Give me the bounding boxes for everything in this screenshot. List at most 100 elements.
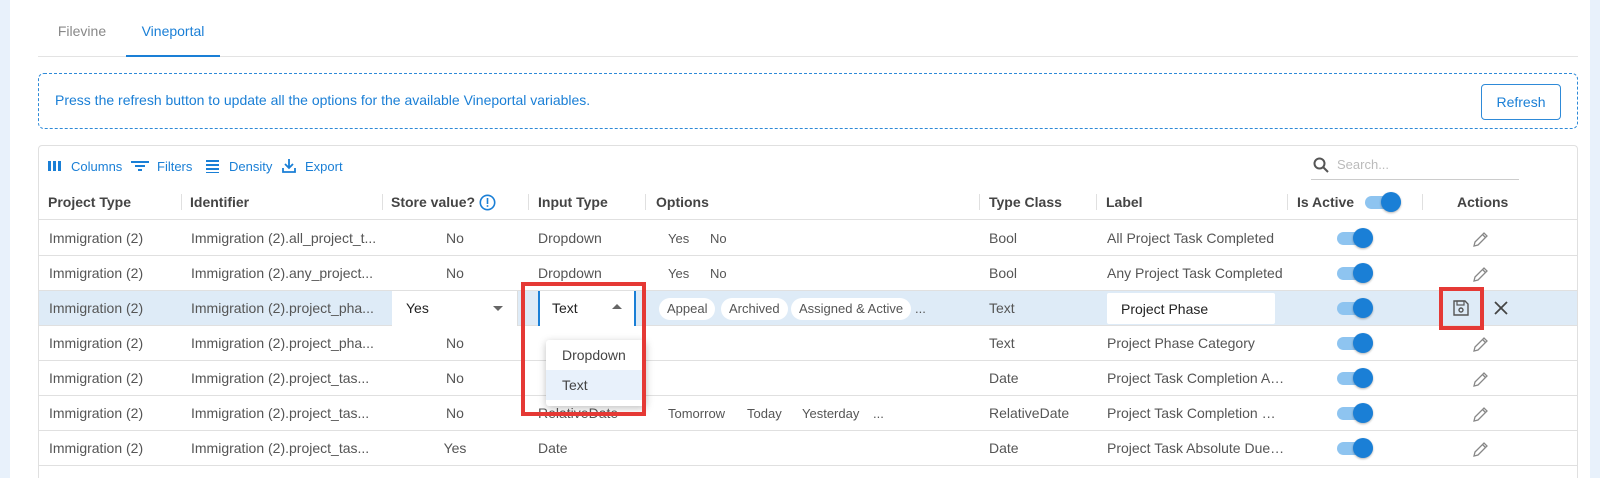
option-chip: Appeal (659, 298, 716, 320)
cell-project-type: Immigration (2) (49, 335, 144, 351)
info-banner: Press the refresh button to update all t… (38, 73, 1578, 129)
table-row[interactable]: Immigration (2) Immigration (2).project_… (39, 396, 1577, 431)
cell-type-class: Bool (989, 230, 1018, 246)
columns-button[interactable]: Columns (47, 156, 122, 176)
cell-identifier: Immigration (2).project_pha... (191, 335, 374, 351)
cell-store-value: No (446, 405, 464, 421)
store-value-select[interactable]: Yes (392, 291, 518, 326)
cell-identifier: Immigration (2).any_project... (191, 265, 374, 281)
grid-header: Project Type Identifier Store value? Inp… (39, 184, 1577, 220)
table-row-editing[interactable]: Immigration (2) Immigration (2).project_… (39, 291, 1577, 326)
table-row[interactable]: Immigration (2) Immigration (2).all_proj… (39, 221, 1577, 256)
label-input[interactable] (1107, 293, 1275, 324)
cell-type-class: RelativeDate (989, 405, 1070, 421)
cell-type-class: Bool (989, 265, 1018, 281)
edit-icon[interactable] (1471, 334, 1491, 354)
search-input[interactable] (1337, 157, 1507, 172)
density-icon (206, 160, 219, 173)
refresh-button[interactable]: Refresh (1481, 84, 1561, 120)
tab-bar: Filevine Vineportal (38, 0, 1578, 57)
cell-label: Project Task Completion Abs… (1107, 370, 1285, 386)
is-active-toggle[interactable] (1337, 263, 1373, 283)
table-row[interactable]: Immigration (2) Immigration (2).project_… (39, 431, 1577, 466)
cell-project-type: Immigration (2) (49, 370, 144, 386)
option-tag: Yes (668, 231, 690, 246)
main-panel: Filevine Vineportal Press the refresh bu… (10, 0, 1590, 478)
is-active-toggle[interactable] (1337, 438, 1373, 458)
col-label[interactable]: Label (1106, 184, 1143, 220)
cell-type-class: Text (989, 300, 1015, 316)
cell-project-type: Immigration (2) (49, 265, 144, 281)
cell-store-value: No (446, 230, 464, 246)
col-project-type[interactable]: Project Type (48, 184, 131, 220)
edit-icon[interactable] (1471, 404, 1491, 424)
col-type-class[interactable]: Type Class (989, 184, 1062, 220)
cell-label: Project Task Completion Rela… (1107, 405, 1285, 421)
table-row[interactable]: Immigration (2) Immigration (2).project_… (39, 361, 1577, 396)
cell-label: All Project Task Completed (1107, 230, 1275, 246)
filters-label: Filters (157, 158, 193, 174)
store-value-selected: Yes (406, 300, 429, 316)
columns-icon (48, 161, 61, 171)
cell-identifier: Immigration (2).project_tas... (191, 370, 370, 386)
cell-project-type: Immigration (2) (49, 440, 144, 456)
options-more: ... (873, 406, 884, 421)
option-tag: Yesterday (802, 406, 860, 421)
is-active-toggle[interactable] (1337, 333, 1373, 353)
export-button[interactable]: Export (281, 156, 343, 176)
is-active-header-toggle[interactable] (1365, 192, 1401, 212)
input-type-select[interactable]: Text (538, 291, 636, 326)
option-tag: Tomorrow (668, 406, 726, 421)
search-box (1311, 150, 1519, 180)
option-tag: Today (747, 406, 782, 421)
col-input-type[interactable]: Input Type (538, 184, 608, 220)
cell-project-type: Immigration (2) (49, 405, 144, 421)
chevron-up-icon (612, 304, 622, 309)
table-row[interactable]: Immigration (2) Immigration (2).any_proj… (39, 256, 1577, 291)
is-active-toggle[interactable] (1337, 298, 1373, 318)
tab-filevine[interactable]: Filevine (38, 0, 126, 57)
option-tag: Yes (668, 266, 690, 281)
cell-label: Project Phase Category (1107, 335, 1255, 351)
columns-label: Columns (71, 158, 123, 174)
data-grid: Columns Filters Density Export Project T… (38, 145, 1578, 478)
col-options[interactable]: Options (656, 184, 709, 220)
col-store-value[interactable]: Store value? (391, 184, 475, 220)
dropdown-option-text[interactable]: Text (546, 370, 646, 400)
col-actions: Actions (1457, 194, 1509, 210)
edit-icon[interactable] (1471, 439, 1491, 459)
cell-store-value: Yes (443, 440, 467, 456)
export-label: Export (305, 158, 343, 174)
option-tag: No (710, 266, 727, 281)
filters-button[interactable]: Filters (131, 156, 192, 176)
cell-identifier: Immigration (2).project_tas... (191, 405, 370, 421)
is-active-toggle[interactable] (1337, 228, 1373, 248)
cell-project-type: Immigration (2) (49, 230, 144, 246)
cell-store-value: No (446, 335, 464, 351)
edit-icon[interactable] (1471, 229, 1491, 249)
dropdown-option-dropdown[interactable]: Dropdown (546, 340, 646, 370)
col-identifier[interactable]: Identifier (190, 184, 249, 220)
edit-icon[interactable] (1471, 369, 1491, 389)
filter-icon (131, 161, 149, 171)
is-active-toggle[interactable] (1337, 403, 1373, 423)
cell-identifier: Immigration (2).project_tas... (191, 440, 370, 456)
tab-vineportal[interactable]: Vineportal (126, 0, 220, 57)
is-active-toggle[interactable] (1337, 368, 1373, 388)
info-icon[interactable] (479, 194, 496, 211)
option-chip: Archived (721, 298, 788, 320)
close-icon[interactable] (1491, 298, 1511, 318)
option-chip: Assigned & Active (791, 298, 912, 320)
cell-label: Project Task Absolute Due Da… (1107, 440, 1285, 456)
chevron-down-icon (493, 306, 503, 311)
cell-input-type: Date (538, 440, 568, 456)
table-row[interactable]: Immigration (2) Immigration (2).project_… (39, 326, 1577, 361)
density-label: Density (229, 158, 273, 174)
col-is-active[interactable]: Is Active (1297, 184, 1354, 220)
input-type-dropdown-menu: Dropdown Text (546, 340, 646, 406)
density-button[interactable]: Density (205, 156, 272, 176)
save-icon[interactable] (1451, 298, 1471, 318)
cell-project-type: Immigration (2) (49, 300, 144, 316)
edit-icon[interactable] (1471, 264, 1491, 284)
input-type-selected: Text (552, 300, 578, 316)
